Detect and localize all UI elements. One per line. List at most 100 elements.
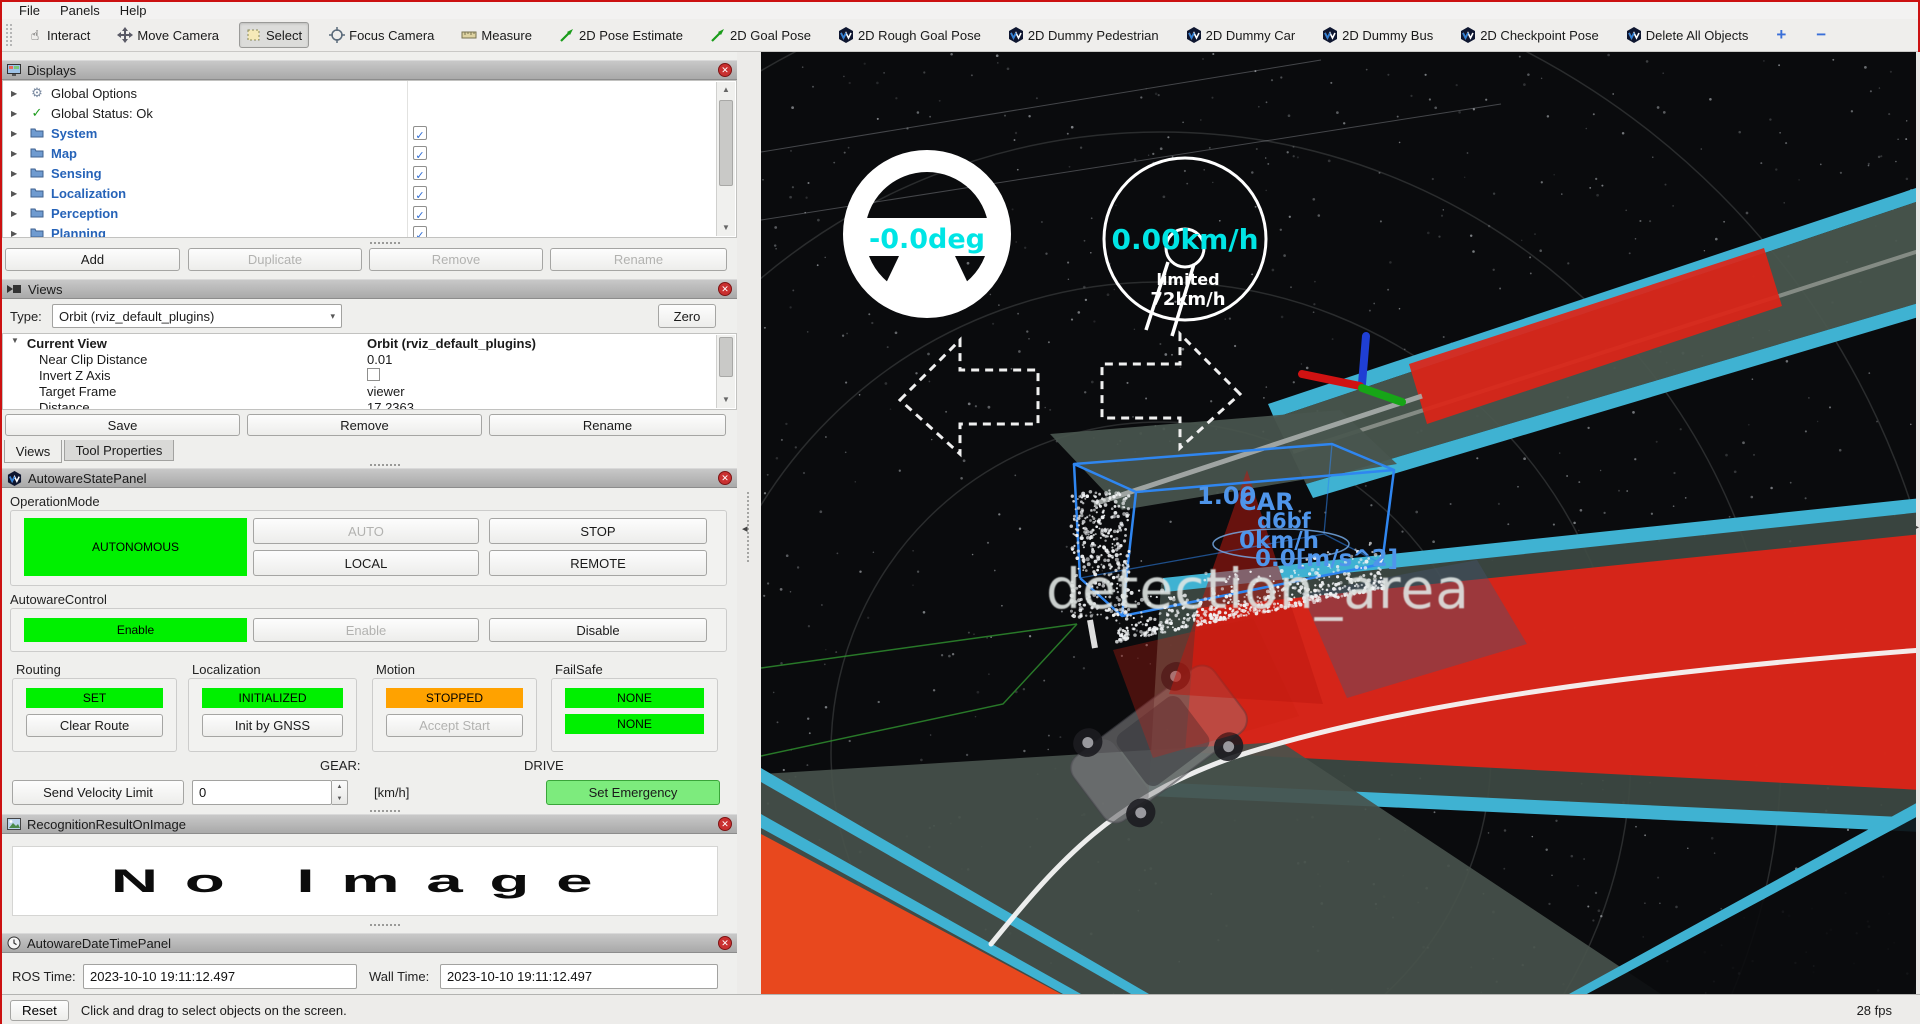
tree-row-localization[interactable]: ▶ Localization [3, 183, 703, 203]
tool-2d-pose-estimate[interactable]: 2D Pose Estimate [552, 22, 690, 48]
expand-icon[interactable]: ▶ [11, 209, 21, 218]
checkbox-localization[interactable]: ✓ [413, 186, 427, 200]
menu-file[interactable]: File [10, 2, 49, 19]
autoware-state-panel-header[interactable]: AutowareStatePanel ✕ [2, 468, 737, 488]
invert-z-checkbox[interactable] [367, 368, 380, 381]
tool-measure[interactable]: Measure [454, 22, 539, 48]
prop-row-invert-z[interactable]: Invert Z Axis [3, 368, 715, 384]
add-tool-button[interactable]: + [1768, 23, 1794, 47]
checkbox-planning[interactable]: ✓ [413, 226, 427, 238]
tool-2d-dummy-pedestrian[interactable]: 2D Dummy Pedestrian [1001, 22, 1166, 48]
checkbox-perception[interactable]: ✓ [413, 206, 427, 220]
tree-row-planning[interactable]: ▶ Planning [3, 223, 703, 238]
scroll-down-icon[interactable]: ▼ [717, 392, 735, 408]
view-type-combo[interactable]: Orbit (rviz_default_plugins) ▾ [52, 304, 342, 328]
remove-display-button[interactable]: Remove [369, 248, 543, 271]
set-emergency-button[interactable]: Set Emergency [546, 780, 720, 805]
ros-time-field[interactable] [83, 964, 357, 989]
tree-row-sensing[interactable]: ▶ Sensing [3, 163, 703, 183]
reset-button[interactable]: Reset [10, 1000, 69, 1021]
tree-row-map[interactable]: ▶ Map [3, 143, 703, 163]
local-button[interactable]: LOCAL [253, 550, 479, 576]
spin-down-icon[interactable]: ▼ [332, 793, 347, 805]
expand-icon[interactable]: ▶ [11, 129, 21, 138]
clear-route-button[interactable]: Clear Route [26, 714, 163, 737]
tree-row-system[interactable]: ▶ System [3, 123, 703, 143]
views-panel-header[interactable]: Views ✕ [2, 279, 737, 299]
close-icon[interactable]: ✕ [718, 817, 732, 831]
expand-icon[interactable]: ▶ [11, 149, 21, 158]
tool-2d-goal-pose[interactable]: 2D Goal Pose [703, 22, 818, 48]
rename-display-button[interactable]: Rename [550, 248, 727, 271]
menu-help[interactable]: Help [111, 2, 156, 19]
scrollbar-thumb[interactable] [719, 337, 733, 377]
recognition-panel-header[interactable]: RecognitionResultOnImage ✕ [2, 814, 737, 834]
auto-button[interactable]: AUTO [253, 518, 479, 544]
tab-views[interactable]: Views [4, 440, 62, 463]
splitter-handle[interactable] [370, 924, 400, 926]
splitter-handle[interactable] [370, 242, 400, 244]
tool-2d-dummy-bus[interactable]: 2D Dummy Bus [1315, 22, 1440, 48]
close-icon[interactable]: ✕ [718, 282, 732, 296]
prop-row-current-view[interactable]: ▼ Current View Orbit (rviz_default_plugi… [3, 336, 715, 352]
tree-row-global-options[interactable]: ▶ ⚙ Global Options [3, 83, 703, 103]
enable-status[interactable]: Enable [24, 618, 247, 642]
duplicate-display-button[interactable]: Duplicate [188, 248, 362, 271]
save-view-button[interactable]: Save [5, 414, 240, 436]
checkbox-system[interactable]: ✓ [413, 126, 427, 140]
splitter-handle[interactable] [370, 464, 400, 466]
spin-up-icon[interactable]: ▲ [332, 781, 347, 793]
tool-2d-rough-goal-pose[interactable]: 2D Rough Goal Pose [831, 22, 988, 48]
tool-2d-dummy-car[interactable]: 2D Dummy Car [1179, 22, 1303, 48]
scrollbar-thumb[interactable] [719, 100, 733, 186]
displays-panel-header[interactable]: Displays ✕ [2, 60, 737, 80]
datetime-panel-header[interactable]: AutowareDateTimePanel ✕ [2, 933, 737, 953]
collapse-left-icon[interactable]: ◂ [742, 522, 748, 535]
tree-row-global-status[interactable]: ▶ ✓ Global Status: Ok [3, 103, 703, 123]
remove-tool-button[interactable]: − [1808, 23, 1834, 47]
wall-time-field[interactable] [440, 964, 718, 989]
right-dock-edge[interactable]: ▸ [1916, 52, 1920, 994]
velocity-spinner[interactable]: ▲ ▼ [332, 780, 348, 805]
views-scrollbar[interactable]: ▼ [716, 335, 735, 408]
close-icon[interactable]: ✕ [718, 63, 732, 77]
scroll-up-icon[interactable]: ▲ [717, 82, 735, 98]
tool-move-camera[interactable]: Move Camera [110, 22, 226, 48]
displays-scrollbar[interactable]: ▲ ▼ [716, 82, 735, 236]
expand-icon[interactable]: ▶ [11, 229, 21, 238]
view-properties[interactable]: ▼ Current View Orbit (rviz_default_plugi… [2, 333, 737, 410]
tab-tool-properties[interactable]: Tool Properties [64, 440, 174, 461]
prop-row-near-clip[interactable]: Near Clip Distance 0.01 [3, 352, 715, 368]
tool-select[interactable]: Select [239, 22, 309, 48]
rename-view-button[interactable]: Rename [489, 414, 726, 436]
close-icon[interactable]: ✕ [718, 471, 732, 485]
tool-interact[interactable]: ☝ Interact [20, 22, 97, 48]
stop-button[interactable]: STOP [489, 518, 707, 544]
expand-icon[interactable]: ▶ [11, 169, 21, 178]
init-by-gnss-button[interactable]: Init by GNSS [202, 714, 343, 737]
tool-delete-all-objects[interactable]: Delete All Objects [1619, 22, 1756, 48]
add-display-button[interactable]: Add [5, 248, 180, 271]
send-velocity-limit-button[interactable]: Send Velocity Limit [12, 780, 184, 805]
tool-2d-checkpoint-pose[interactable]: 2D Checkpoint Pose [1453, 22, 1606, 48]
prop-row-target-frame[interactable]: Target Frame viewer [3, 384, 715, 400]
scroll-down-icon[interactable]: ▼ [717, 220, 735, 236]
expand-icon[interactable]: ▶ [11, 189, 21, 198]
expand-icon[interactable]: ▶ [11, 89, 21, 98]
splitter-handle[interactable] [370, 810, 400, 812]
3d-viewport[interactable]: 1.00 CAR d6bf 0km/h 0.0[m/s^2] detection… [761, 52, 1916, 994]
checkbox-map[interactable]: ✓ [413, 146, 427, 160]
accept-start-button[interactable]: Accept Start [386, 714, 523, 737]
close-icon[interactable]: ✕ [718, 936, 732, 950]
remote-button[interactable]: REMOTE [489, 550, 707, 576]
disable-button[interactable]: Disable [489, 618, 707, 642]
displays-tree[interactable]: ▶ ⚙ Global Options ▶ ✓ Global Status: Ok… [2, 80, 737, 238]
dock-splitter[interactable]: ◂ [737, 52, 761, 994]
collapse-icon[interactable]: ▼ [11, 336, 19, 352]
tool-focus-camera[interactable]: Focus Camera [322, 22, 441, 48]
prop-row-distance[interactable]: Distance 17.2363 [3, 400, 715, 410]
expand-icon[interactable]: ▶ [11, 109, 21, 118]
autonomous-status[interactable]: AUTONOMOUS [24, 518, 247, 576]
tree-row-perception[interactable]: ▶ Perception [3, 203, 703, 223]
remove-view-button[interactable]: Remove [247, 414, 482, 436]
